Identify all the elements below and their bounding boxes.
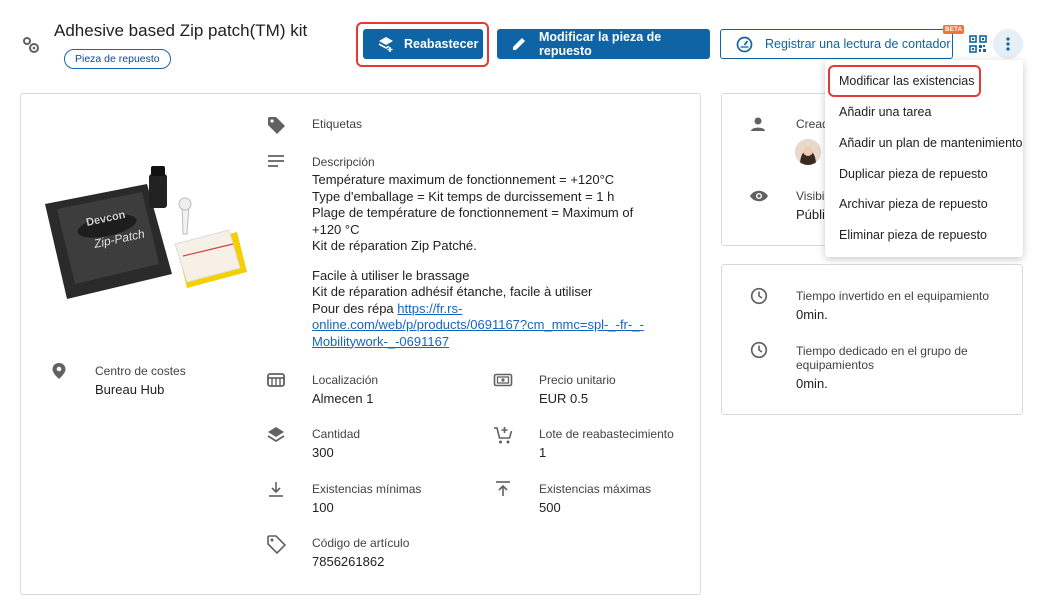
arrow-up-icon: [493, 480, 513, 498]
settings-icon: [20, 34, 42, 56]
unit-price-value: EUR 0.5: [539, 391, 589, 406]
beta-badge: BETA: [943, 25, 965, 34]
menu-item-delete[interactable]: Eliminar pieza de repuesto: [839, 228, 987, 242]
more-options-button[interactable]: [993, 29, 1023, 59]
menu-item-archive[interactable]: Archivar pieza de repuesto: [839, 197, 988, 211]
description-line: Kit de réparation adhésif étanche, facil…: [312, 284, 593, 299]
page-title: Adhesive based Zip patch(TM) kit: [54, 21, 308, 40]
menu-item-add-maintenance-plan[interactable]: Añadir un plan de mantenimiento: [839, 136, 1022, 150]
details-card: Devcon Zip-Patch Etiquetas Descripción T…: [20, 93, 701, 595]
tags-label: Etiquetas: [312, 117, 363, 131]
description-link-row: Pour des répa https://fr.rs-: [312, 301, 672, 318]
qr-code-icon[interactable]: [969, 35, 987, 53]
location-value: Almecen 1: [312, 391, 374, 406]
cost-center-value: Bureau Hub: [95, 382, 165, 397]
clock-icon: [750, 341, 768, 359]
min-stock-value: 100: [312, 500, 334, 515]
gauge-icon: [736, 36, 753, 53]
product-link-end[interactable]: Mobilitywork-_-0691167: [312, 334, 449, 349]
description-line: Kit de réparation Zip Patché.: [312, 238, 477, 253]
time-group-label-line: Tiempo dedicado en el grupo de: [796, 344, 968, 358]
quantity-value: 300: [312, 445, 334, 460]
pencil-icon: [511, 36, 527, 52]
time-group-value: 0min.: [796, 376, 828, 391]
location-label: Localización: [312, 373, 379, 387]
article-code-value: 7856261862: [312, 554, 385, 569]
product-link-cont[interactable]: online.com/web/p/products/0691167?cm_mmc…: [312, 317, 644, 332]
restock-batch-value: 1: [539, 445, 547, 460]
description-link-prefix: Pour des répa: [312, 300, 398, 316]
time-card: Tiempo invertido en el equipamiento 0min…: [721, 264, 1023, 415]
restock-button[interactable]: Reabastecer: [363, 29, 483, 59]
article-code-label: Código de artículo: [312, 536, 410, 550]
description-line: Facile à utiliser le brassage: [312, 267, 470, 283]
money-icon: [493, 372, 513, 388]
description-line: Température maximum de fonctionnement = …: [312, 172, 615, 187]
menu-item-add-task[interactable]: Añadir una tarea: [839, 105, 931, 119]
clock-icon: [750, 287, 768, 305]
more-options-menu: Modificar las existencias Añadir una tar…: [825, 60, 1023, 257]
description-line: Plage de température de fonctionnement =…: [312, 205, 634, 220]
eye-icon: [749, 189, 769, 203]
meter-reading-button-label: Registrar una lectura de contador: [765, 37, 951, 51]
created-by-label: Cread: [796, 117, 829, 131]
description-line: Type d'emballage = Kit temps de durcisse…: [312, 188, 615, 204]
layers-plus-icon: [377, 35, 395, 53]
item-type-chip: Pieza de repuesto: [64, 49, 171, 69]
description-label: Descripción: [312, 155, 375, 169]
visibility-value: Públi: [796, 207, 825, 222]
layers-icon: [266, 425, 286, 445]
max-stock-value: 500: [539, 500, 561, 515]
product-link[interactable]: https://fr.rs-: [397, 301, 462, 316]
min-stock-label: Existencias mínimas: [312, 482, 422, 496]
unit-price-label: Precio unitario: [539, 373, 616, 387]
time-group-label-line: equipamientos: [796, 358, 875, 372]
more-vertical-icon: [1006, 37, 1010, 51]
avatar: [795, 139, 821, 165]
edit-part-button-label: Modificar la pieza de repuesto: [539, 30, 662, 58]
person-icon: [750, 116, 766, 132]
location-pin-icon: [51, 362, 67, 380]
restock-batch-label: Lote de reabastecimiento: [539, 427, 674, 441]
tag-icon: [266, 115, 286, 135]
cart-add-icon: [493, 425, 513, 445]
edit-part-button[interactable]: Modificar la pieza de repuesto: [497, 29, 710, 59]
warehouse-icon: [266, 372, 286, 388]
visibility-label: Visibil: [796, 189, 828, 203]
tag-outline-icon: [266, 534, 286, 554]
menu-item-duplicate[interactable]: Duplicar pieza de repuesto: [839, 167, 988, 181]
product-image: Devcon Zip-Patch: [37, 164, 249, 314]
max-stock-label: Existencias máximas: [539, 482, 652, 496]
description-text: Température maximum de fonctionnement = …: [312, 172, 672, 350]
time-equipment-value: 0min.: [796, 307, 828, 322]
restock-button-label: Reabastecer: [404, 37, 479, 51]
time-equipment-label: Tiempo invertido en el equipamiento: [796, 289, 990, 303]
cost-center-label: Centro de costes: [95, 364, 186, 378]
meter-reading-button[interactable]: Registrar una lectura de contador: [720, 29, 953, 59]
arrow-down-icon: [266, 480, 286, 498]
description-icon: [266, 154, 286, 168]
description-line: +120 °C: [312, 221, 360, 237]
quantity-label: Cantidad: [312, 427, 361, 441]
time-group-label: Tiempo dedicado en el grupo de equipamie…: [796, 344, 968, 372]
menu-item-modify-stock[interactable]: Modificar las existencias: [839, 74, 974, 88]
